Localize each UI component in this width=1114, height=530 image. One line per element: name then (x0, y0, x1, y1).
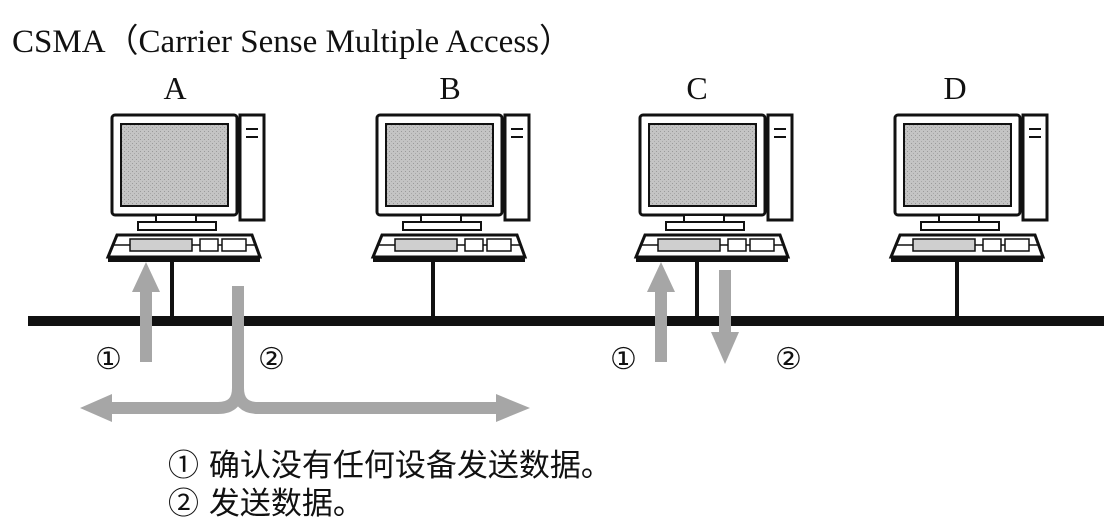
computer-c-icon (634, 113, 794, 264)
computer-b-icon (371, 113, 531, 264)
step-marker-2-a: ② (258, 343, 285, 376)
sense-arrow-c-icon (647, 262, 675, 362)
sense-arrow-a-icon (132, 262, 160, 362)
arrowhead-right-icon (496, 394, 530, 422)
computer-d-icon (889, 113, 1049, 264)
csma-diagram: CSMA（Carrier Sense Multiple Access） A B … (0, 0, 1114, 530)
network-bus-line (28, 316, 1104, 326)
computer-a-icon (106, 113, 266, 264)
legend-line-2: ② 发送数据。 (168, 486, 364, 522)
broadcast-arrow-a-icon (110, 286, 498, 414)
step-marker-1-c: ① (610, 343, 637, 376)
step-marker-1-a: ① (95, 343, 122, 376)
arrowhead-left-icon (80, 394, 112, 422)
drop-line-a (170, 262, 174, 320)
drop-line-c (695, 262, 699, 320)
drop-line-b (431, 262, 435, 320)
step-marker-2-c: ② (775, 343, 802, 376)
drop-line-d (955, 262, 959, 320)
